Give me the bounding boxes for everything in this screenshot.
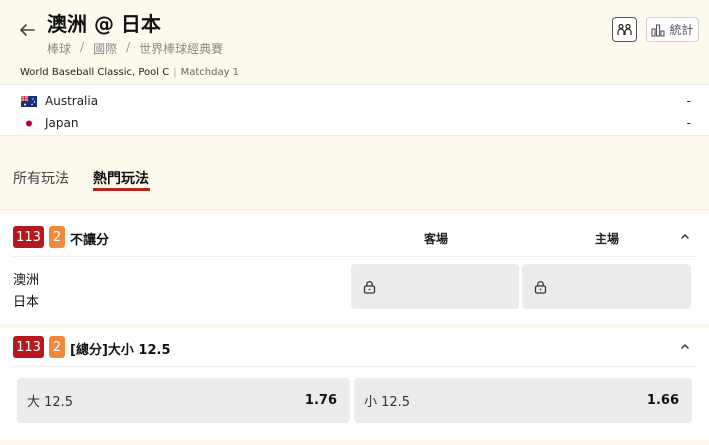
stats-button-label: 統計 <box>669 23 694 37</box>
column-header-home: 主場 <box>595 232 620 246</box>
team-row-away: Australia - <box>21 92 691 110</box>
market-divider <box>13 366 696 367</box>
market-title: 不讓分 <box>70 233 110 248</box>
lineup-button[interactable] <box>612 17 637 42</box>
matchday-label: Matchday 1 <box>180 67 240 78</box>
back-arrow-icon[interactable] <box>18 21 36 39</box>
competition-separator: | <box>173 67 177 78</box>
stats-button[interactable]: 統計 <box>646 17 699 42</box>
breadcrumb-item-region[interactable]: 國際 <box>93 40 117 57</box>
team-score-home: - <box>686 116 691 130</box>
lock-icon <box>534 280 547 294</box>
market-team-away: 澳洲 <box>13 273 40 288</box>
market-title: [總分]大小 12.5 <box>70 343 171 358</box>
odds-over-label: 大 12.5 <box>27 395 74 410</box>
lock-icon <box>363 280 376 294</box>
market-team-home: 日本 <box>13 295 40 310</box>
japan-flag-icon <box>21 117 37 129</box>
column-header-away: 客場 <box>424 232 449 246</box>
odds-over-value: 1.76 <box>304 393 337 408</box>
market-divider <box>13 256 696 257</box>
competition-name: World Baseball Classic, Pool C <box>20 67 170 78</box>
odds-under-value: 1.66 <box>646 393 679 408</box>
australia-flag-icon <box>21 95 37 107</box>
bar-chart-icon <box>651 23 666 37</box>
chevron-up-icon[interactable] <box>679 340 691 352</box>
odds-under-button[interactable]: 小 12.5 1.66 <box>354 378 692 423</box>
team-score-away: - <box>686 94 691 108</box>
page-title: 澳洲 @ 日本 <box>47 12 161 36</box>
odds-over-button[interactable]: 大 12.5 1.76 <box>17 378 350 423</box>
team-name-away: Australia <box>45 94 99 108</box>
team-row-home: Japan - <box>21 114 691 132</box>
tab-all-markets[interactable]: 所有玩法 <box>13 168 69 188</box>
odds-home-locked[interactable] <box>522 264 691 309</box>
tab-popular-markets[interactable]: 熱門玩法 <box>93 168 149 188</box>
odds-away-locked[interactable] <box>351 264 519 309</box>
tabs-divider <box>0 209 709 210</box>
competition-info: World Baseball Classic, Pool C | Matchda… <box>20 67 239 78</box>
market-id-badge: 113 <box>13 226 44 248</box>
breadcrumb-item-league[interactable]: 世界棒球經典賽 <box>139 40 223 57</box>
breadcrumb-item-sport[interactable]: 棒球 <box>47 40 71 57</box>
breadcrumb-separator: / <box>80 40 85 54</box>
team-name-home: Japan <box>45 116 79 130</box>
chevron-up-icon[interactable] <box>679 230 691 242</box>
market-id-badge: 113 <box>13 336 44 358</box>
active-tab-indicator <box>93 188 150 191</box>
market-count-badge: 2 <box>49 226 65 248</box>
market-count-badge: 2 <box>49 336 65 358</box>
breadcrumb-separator: / <box>126 40 131 54</box>
lineup-icon <box>617 23 632 35</box>
odds-under-label: 小 12.5 <box>364 395 411 410</box>
breadcrumb: 棒球 / 國際 / 世界棒球經典賽 <box>47 40 223 57</box>
